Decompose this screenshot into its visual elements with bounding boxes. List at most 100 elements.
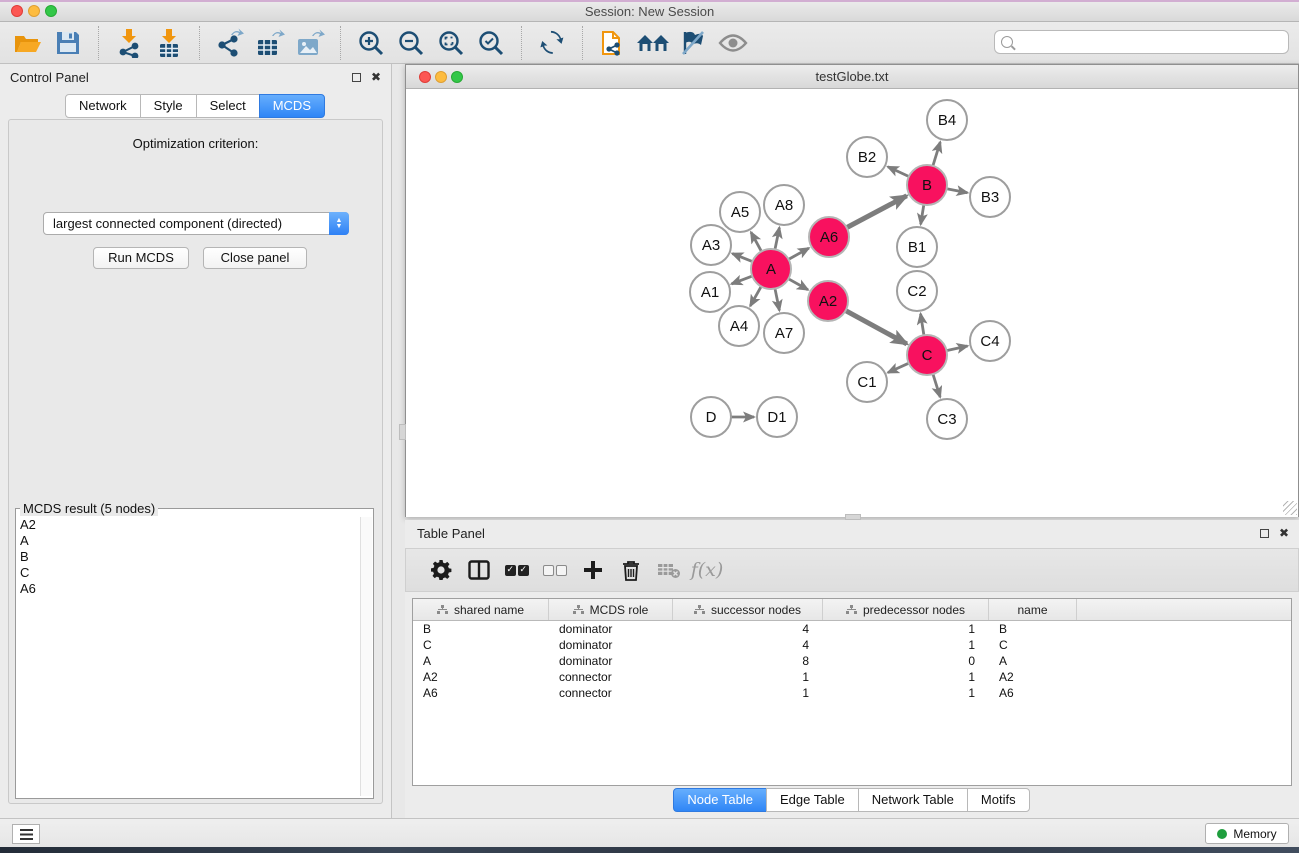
zoom-in-icon[interactable] [351,25,391,61]
graph-node[interactable]: C2 [897,271,937,311]
table-row[interactable]: Adominator80A [413,653,1291,669]
run-mcds-button[interactable]: Run MCDS [93,247,189,269]
table-cell[interactable]: A [413,653,549,669]
result-item[interactable]: B [20,549,359,565]
houses-icon[interactable] [633,25,673,61]
save-session-icon[interactable] [48,25,88,61]
tab-network-table[interactable]: Network Table [858,788,968,812]
table-cell[interactable]: 8 [673,653,823,669]
graph-edge[interactable] [789,248,809,259]
table-cell[interactable]: C [413,637,549,653]
graph-node[interactable]: B3 [970,177,1010,217]
graph-node[interactable]: A7 [764,313,804,353]
graph-edge[interactable] [921,205,924,225]
table-cell[interactable]: connector [549,685,673,701]
table-cell[interactable]: dominator [549,653,673,669]
graph-edge[interactable] [732,276,753,284]
tab-network[interactable]: Network [65,94,141,118]
table-cell[interactable]: 0 [823,653,989,669]
graph-node[interactable]: B2 [847,137,887,177]
eye-icon[interactable] [713,25,753,61]
graph-edge[interactable] [888,363,909,372]
graph-node[interactable]: B1 [897,227,937,267]
graph-node[interactable]: A3 [691,225,731,265]
resize-grip[interactable] [1283,501,1297,515]
float-panel-icon[interactable] [352,73,361,82]
graph-edge[interactable] [775,228,779,250]
tab-select[interactable]: Select [196,94,260,118]
table-cell[interactable]: dominator [549,637,673,653]
close-panel-icon[interactable]: ✖ [371,71,381,83]
export-table-icon[interactable] [250,25,290,61]
graph-node[interactable]: A4 [719,306,759,346]
graph-node[interactable]: C [907,335,947,375]
graph-edge[interactable] [947,346,968,351]
table-row[interactable]: A6connector11A6 [413,685,1291,701]
memory-button[interactable]: Memory [1205,823,1289,844]
import-network-icon[interactable] [109,25,149,61]
refresh-icon[interactable] [532,25,572,61]
zoom-traffic-light[interactable] [45,5,57,17]
select-all-icon[interactable] [498,555,536,585]
graph-node[interactable]: A5 [720,192,760,232]
table-cell[interactable]: 1 [673,669,823,685]
add-icon[interactable] [574,555,612,585]
show-task-history-button[interactable] [12,824,40,844]
table-cell[interactable]: 1 [823,669,989,685]
zoom-selected-icon[interactable] [471,25,511,61]
deselect-all-icon[interactable] [536,555,574,585]
tab-mcds[interactable]: MCDS [259,94,325,118]
graph-node[interactable]: C3 [927,399,967,439]
result-item[interactable]: A [20,533,359,549]
network-window-titlebar[interactable]: testGlobe.txt [406,65,1298,89]
result-item[interactable]: A6 [20,581,359,597]
net-minimize-traffic-light[interactable] [435,71,447,83]
table-cell[interactable]: A2 [989,669,1077,685]
table-float-panel-icon[interactable] [1260,529,1269,538]
graph-node[interactable]: C4 [970,321,1010,361]
graph-edge[interactable] [947,189,968,193]
column-header[interactable]: name [989,599,1077,620]
table-close-panel-icon[interactable]: ✖ [1279,527,1289,539]
import-table-icon[interactable] [149,25,189,61]
result-item[interactable]: C [20,565,359,581]
graph-edge[interactable] [732,254,752,262]
search-input[interactable] [1018,33,1288,51]
table-cell[interactable]: 4 [673,621,823,637]
table-cell[interactable]: 1 [823,621,989,637]
graph-node[interactable]: A [751,249,791,289]
table-cell[interactable]: 1 [823,637,989,653]
network-canvas[interactable]: B4B2BB3A8A5A6A3B1AC2A1A2A4A7C4CC1DD1C3 [406,89,1298,517]
table-cell[interactable]: A [989,653,1077,669]
graph-edge[interactable] [788,279,808,290]
column-header[interactable]: shared name [413,599,549,620]
column-header[interactable]: successor nodes [673,599,823,620]
graph-edge[interactable] [921,314,924,336]
column-header[interactable]: MCDS role [549,599,673,620]
graph-edge[interactable] [750,286,761,306]
graph-node[interactable]: A1 [690,272,730,312]
graph-node[interactable]: A6 [809,217,849,257]
close-panel-button[interactable]: Close panel [203,247,307,269]
vertical-divider-handle[interactable] [399,424,406,440]
open-session-icon[interactable] [8,25,48,61]
gear-icon[interactable] [422,555,460,585]
table-cell[interactable]: B [413,621,549,637]
table-cell[interactable]: B [989,621,1077,637]
graph-node[interactable]: A8 [764,185,804,225]
tab-node-table[interactable]: Node Table [673,788,767,812]
node-table[interactable]: shared nameMCDS rolesuccessor nodesprede… [412,598,1292,786]
table-header-row[interactable]: shared nameMCDS rolesuccessor nodesprede… [413,599,1291,621]
column-view-icon[interactable] [460,555,498,585]
minimize-traffic-light[interactable] [28,5,40,17]
zoom-out-icon[interactable] [391,25,431,61]
table-cell[interactable]: A6 [989,685,1077,701]
tab-edge-table[interactable]: Edge Table [766,788,859,812]
table-cell[interactable]: dominator [549,621,673,637]
graph-node[interactable]: B4 [927,100,967,140]
graph-edge[interactable] [933,374,940,397]
table-cell[interactable]: 1 [823,685,989,701]
search-field[interactable] [994,30,1289,54]
table-row[interactable]: Cdominator41C [413,637,1291,653]
graph-node[interactable]: D1 [757,397,797,437]
